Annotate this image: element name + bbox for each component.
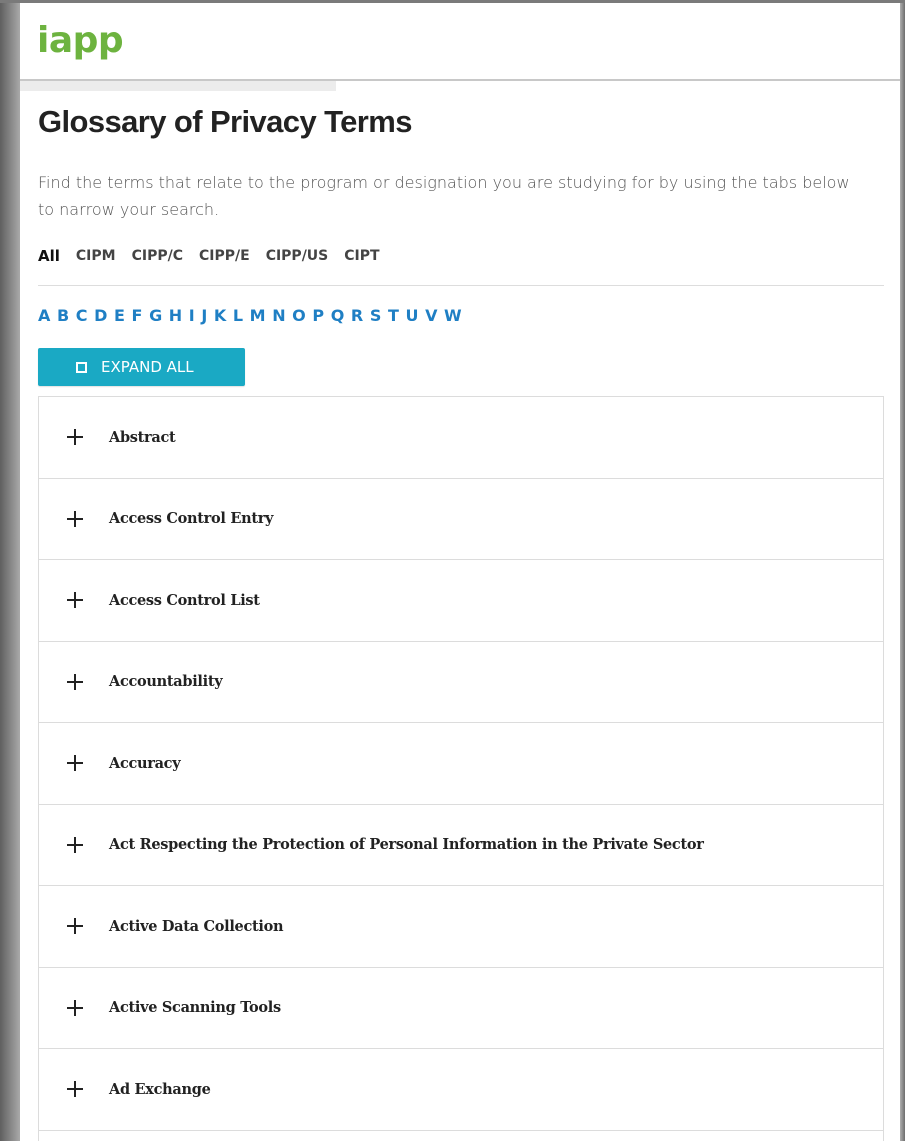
letter-u[interactable]: U xyxy=(405,306,418,325)
term-row-abstract[interactable]: Abstract xyxy=(39,397,883,479)
window-frame-right xyxy=(900,0,905,1141)
plus-icon[interactable] xyxy=(67,592,83,609)
letter-p[interactable]: P xyxy=(312,306,324,325)
letter-a[interactable]: A xyxy=(38,306,50,325)
letter-j[interactable]: J xyxy=(201,306,207,325)
letter-o[interactable]: O xyxy=(292,306,306,325)
tab-cipp-e[interactable]: CIPP/E xyxy=(199,248,250,264)
plus-icon[interactable] xyxy=(67,918,83,935)
letter-f[interactable]: F xyxy=(132,306,143,325)
expand-all-button[interactable]: EXPAND ALL xyxy=(38,348,245,386)
tab-cipp-c[interactable]: CIPP/C xyxy=(132,248,183,264)
term-row-act-respecting[interactable]: Act Respecting the Protection of Persona… xyxy=(39,805,883,886)
letter-g[interactable]: G xyxy=(149,306,162,325)
term-row-accountability[interactable]: Accountability xyxy=(39,642,883,723)
header-accent-bar xyxy=(20,81,336,91)
term-label: Accuracy xyxy=(109,754,181,772)
term-label: Access Control Entry xyxy=(109,510,274,528)
expand-icon xyxy=(76,361,87,373)
page-intro: Find the terms that relate to the progra… xyxy=(38,173,850,219)
plus-icon[interactable] xyxy=(67,673,83,690)
tabs-divider xyxy=(38,285,884,286)
term-label: Abstract xyxy=(109,428,176,446)
tab-cipp-us[interactable]: CIPP/US xyxy=(266,248,329,264)
letter-t[interactable]: T xyxy=(388,306,399,325)
tab-cipm[interactable]: CIPM xyxy=(76,248,116,264)
plus-icon[interactable] xyxy=(67,510,83,527)
term-row-active-data-collection[interactable]: Active Data Collection xyxy=(39,886,883,968)
letter-h[interactable]: H xyxy=(169,306,182,325)
term-row-access-control-list[interactable]: Access Control List xyxy=(39,560,883,642)
letter-s[interactable]: S xyxy=(370,306,382,325)
letter-d[interactable]: D xyxy=(94,306,107,325)
plus-icon[interactable] xyxy=(67,755,83,772)
glossary-page: iapp Glossary of Privacy Terms Find the … xyxy=(20,3,900,1141)
iapp-logo[interactable]: iapp xyxy=(37,19,124,63)
term-row-active-scanning-tools[interactable]: Active Scanning Tools xyxy=(39,968,883,1049)
letter-w[interactable]: W xyxy=(444,306,462,325)
letter-m[interactable]: M xyxy=(250,306,266,325)
term-label: Accountability xyxy=(109,673,223,691)
plus-icon[interactable] xyxy=(67,999,83,1016)
site-header: iapp xyxy=(20,3,900,81)
designation-tabs: All CIPM CIPP/C CIPP/E CIPP/US CIPT xyxy=(38,247,396,265)
term-label: Access Control List xyxy=(109,591,260,609)
letter-q[interactable]: Q xyxy=(331,306,345,325)
term-row-accuracy[interactable]: Accuracy xyxy=(39,723,883,805)
alphabet-nav: A B C D E F G H I J K L M N O P Q R S T … xyxy=(38,306,468,325)
expand-all-label: EXPAND ALL xyxy=(101,358,194,376)
term-row-ad-exchange[interactable]: Ad Exchange xyxy=(39,1049,883,1131)
window-frame-left xyxy=(0,0,20,1141)
term-label: Active Data Collection xyxy=(109,917,284,935)
page-title: Glossary of Privacy Terms xyxy=(38,104,412,139)
term-label: Ad Exchange xyxy=(109,1080,211,1098)
letter-c[interactable]: C xyxy=(76,306,88,325)
letter-i[interactable]: I xyxy=(189,306,195,325)
letter-b[interactable]: B xyxy=(57,306,69,325)
plus-icon[interactable] xyxy=(67,836,83,853)
letter-v[interactable]: V xyxy=(425,306,437,325)
tab-all[interactable]: All xyxy=(38,247,60,265)
tab-cipt[interactable]: CIPT xyxy=(344,248,379,264)
letter-e[interactable]: E xyxy=(114,306,125,325)
letter-k[interactable]: K xyxy=(214,306,226,325)
term-label: Active Scanning Tools xyxy=(109,999,281,1017)
term-label: Act Respecting the Protection of Persona… xyxy=(109,836,704,854)
term-row-access-control-entry[interactable]: Access Control Entry xyxy=(39,479,883,560)
letter-r[interactable]: R xyxy=(351,306,363,325)
letter-n[interactable]: N xyxy=(272,306,285,325)
letter-l[interactable]: L xyxy=(233,306,243,325)
plus-icon[interactable] xyxy=(67,1081,83,1098)
plus-icon[interactable] xyxy=(67,429,83,446)
glossary-accordion: Abstract Access Control Entry Access Con… xyxy=(38,396,884,1141)
